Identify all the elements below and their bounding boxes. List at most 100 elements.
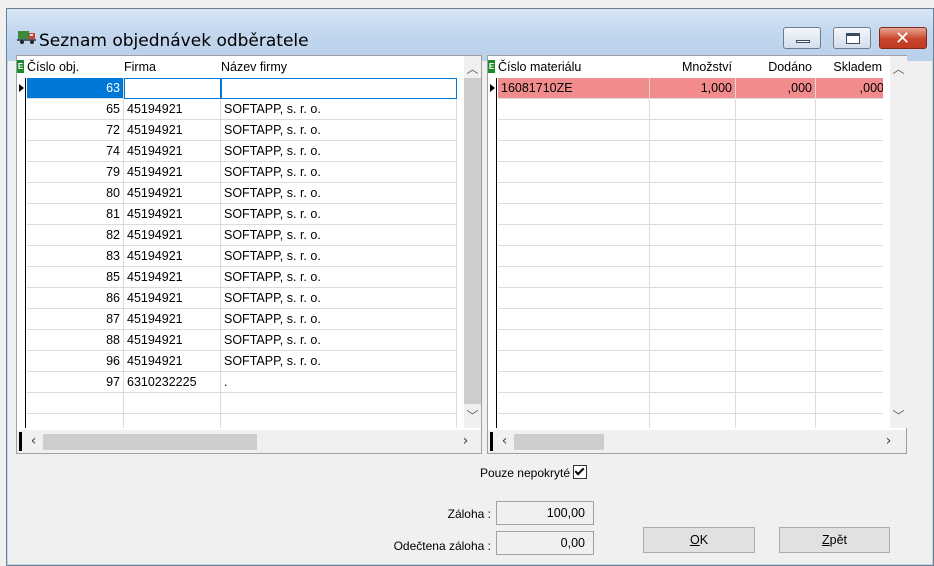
row-indicator[interactable] <box>17 78 26 99</box>
cell-firma[interactable]: 45194921 <box>124 183 221 204</box>
cell-cislo[interactable]: 97 <box>27 372 124 393</box>
cell-skladem[interactable] <box>816 141 883 162</box>
close-button[interactable]: ✕ <box>879 27 927 49</box>
row-indicator[interactable] <box>17 372 26 393</box>
cell-skladem[interactable] <box>816 351 883 372</box>
row-indicator[interactable] <box>17 267 26 288</box>
table-row[interactable] <box>488 162 883 183</box>
cell-skladem[interactable] <box>816 372 883 393</box>
row-indicator[interactable] <box>488 183 497 204</box>
uncovered-only-checkbox[interactable] <box>573 465 587 479</box>
cell-dodano[interactable] <box>736 99 816 120</box>
table-row[interactable] <box>488 351 883 372</box>
cell-cislo[interactable]: 88 <box>27 330 124 351</box>
cell-mnozstvi[interactable] <box>650 99 736 120</box>
cell-firma[interactable]: 45194921 <box>124 141 221 162</box>
cell-firma[interactable]: 45194921 <box>124 204 221 225</box>
cell-skladem[interactable] <box>816 120 883 141</box>
row-indicator[interactable] <box>17 246 26 267</box>
table-row[interactable] <box>17 414 457 428</box>
cell-nazev[interactable]: SOFTAPP, s. r. o. <box>221 267 457 288</box>
cell-nazev[interactable] <box>221 78 457 99</box>
ok-button[interactable]: OK <box>643 527 755 553</box>
cell-skladem[interactable] <box>816 288 883 309</box>
cell-dodano[interactable] <box>736 162 816 183</box>
col-header-cislo[interactable]: Číslo obj. <box>27 56 122 78</box>
cell-mnozstvi[interactable] <box>650 225 736 246</box>
cell-nazev[interactable]: SOFTAPP, s. r. o. <box>221 309 457 330</box>
cell-cislo[interactable]: 83 <box>27 246 124 267</box>
cell-skladem[interactable] <box>816 393 883 414</box>
scroll-right-icon[interactable]: › <box>880 433 897 450</box>
table-row[interactable]: 80 45194921 SOFTAPP, s. r. o. <box>17 183 457 204</box>
cell-mnozstvi[interactable] <box>650 267 736 288</box>
cell-cislo[interactable]: 80 <box>27 183 124 204</box>
cell-material[interactable] <box>498 162 650 183</box>
cell-firma[interactable]: 45194921 <box>124 120 221 141</box>
cell-dodano[interactable] <box>736 372 816 393</box>
cell-cislo[interactable]: 85 <box>27 267 124 288</box>
cell-cislo[interactable]: 63 <box>27 78 124 99</box>
cell-skladem[interactable]: ,000 <box>816 78 883 99</box>
cell-skladem[interactable] <box>816 246 883 267</box>
row-indicator[interactable] <box>488 99 497 120</box>
cell-material[interactable] <box>498 330 650 351</box>
cell-skladem[interactable] <box>816 204 883 225</box>
table-row[interactable]: 74 45194921 SOFTAPP, s. r. o. <box>17 141 457 162</box>
table-row[interactable] <box>488 204 883 225</box>
row-indicator[interactable] <box>488 120 497 141</box>
cell-material[interactable] <box>498 414 650 428</box>
row-indicator[interactable] <box>488 78 497 99</box>
scroll-down-icon[interactable]: ﹀ <box>890 408 907 425</box>
row-indicator[interactable] <box>17 351 26 372</box>
cell-firma[interactable]: 45194921 <box>124 351 221 372</box>
table-row[interactable] <box>488 225 883 246</box>
row-indicator[interactable] <box>17 309 26 330</box>
back-button[interactable]: Zpět <box>779 527 890 553</box>
cell-firma[interactable]: 45194921 <box>124 309 221 330</box>
row-indicator[interactable] <box>17 120 26 141</box>
row-indicator[interactable] <box>488 225 497 246</box>
cell-material[interactable] <box>498 393 650 414</box>
cell-material[interactable] <box>498 204 650 225</box>
col-header-nazev[interactable]: Název firmy <box>221 56 421 78</box>
orders-horizontal-scrollbar[interactable]: ‹ › <box>17 430 481 453</box>
scroll-thumb[interactable] <box>464 78 481 404</box>
cell-mnozstvi[interactable] <box>650 288 736 309</box>
cell-nazev[interactable]: SOFTAPP, s. r. o. <box>221 288 457 309</box>
row-indicator[interactable] <box>488 204 497 225</box>
cell-nazev[interactable]: SOFTAPP, s. r. o. <box>221 351 457 372</box>
table-row[interactable] <box>488 183 883 204</box>
col-header-dodano[interactable]: Dodáno <box>736 56 816 78</box>
cell-nazev[interactable]: SOFTAPP, s. r. o. <box>221 225 457 246</box>
row-indicator[interactable] <box>488 288 497 309</box>
table-row[interactable]: 97 6310232225. <box>17 372 457 393</box>
table-row[interactable] <box>488 120 883 141</box>
deducted-deposit-field[interactable]: 0,00 <box>496 531 594 555</box>
cell-firma[interactable]: 45194921 <box>124 99 221 120</box>
cell-dodano[interactable] <box>736 120 816 141</box>
table-row[interactable] <box>488 393 883 414</box>
table-row[interactable]: 85 45194921 SOFTAPP, s. r. o. <box>17 267 457 288</box>
table-row[interactable]: 83 45194921 SOFTAPP, s. r. o. <box>17 246 457 267</box>
row-indicator[interactable] <box>488 393 497 414</box>
scroll-left-icon[interactable]: ‹ <box>25 433 42 450</box>
cell-cislo[interactable] <box>27 393 124 414</box>
row-indicator[interactable] <box>488 330 497 351</box>
deposit-field[interactable]: 100,00 <box>496 501 594 525</box>
cell-nazev[interactable]: SOFTAPP, s. r. o. <box>221 183 457 204</box>
cell-cislo[interactable]: 82 <box>27 225 124 246</box>
table-row[interactable] <box>488 99 883 120</box>
table-row[interactable]: 79 45194921 SOFTAPP, s. r. o. <box>17 162 457 183</box>
table-row[interactable]: 72 45194921 SOFTAPP, s. r. o. <box>17 120 457 141</box>
cell-firma[interactable]: 45194921 <box>124 267 221 288</box>
cell-cislo[interactable]: 87 <box>27 309 124 330</box>
scroll-thumb-horizontal[interactable] <box>43 434 257 450</box>
row-indicator[interactable] <box>17 162 26 183</box>
col-header-skladem[interactable]: Skladem <box>816 56 884 78</box>
row-indicator[interactable] <box>488 267 497 288</box>
scroll-right-icon[interactable]: › <box>457 433 474 450</box>
cell-mnozstvi[interactable] <box>650 414 736 428</box>
row-indicator[interactable] <box>17 393 26 414</box>
row-indicator[interactable] <box>17 330 26 351</box>
